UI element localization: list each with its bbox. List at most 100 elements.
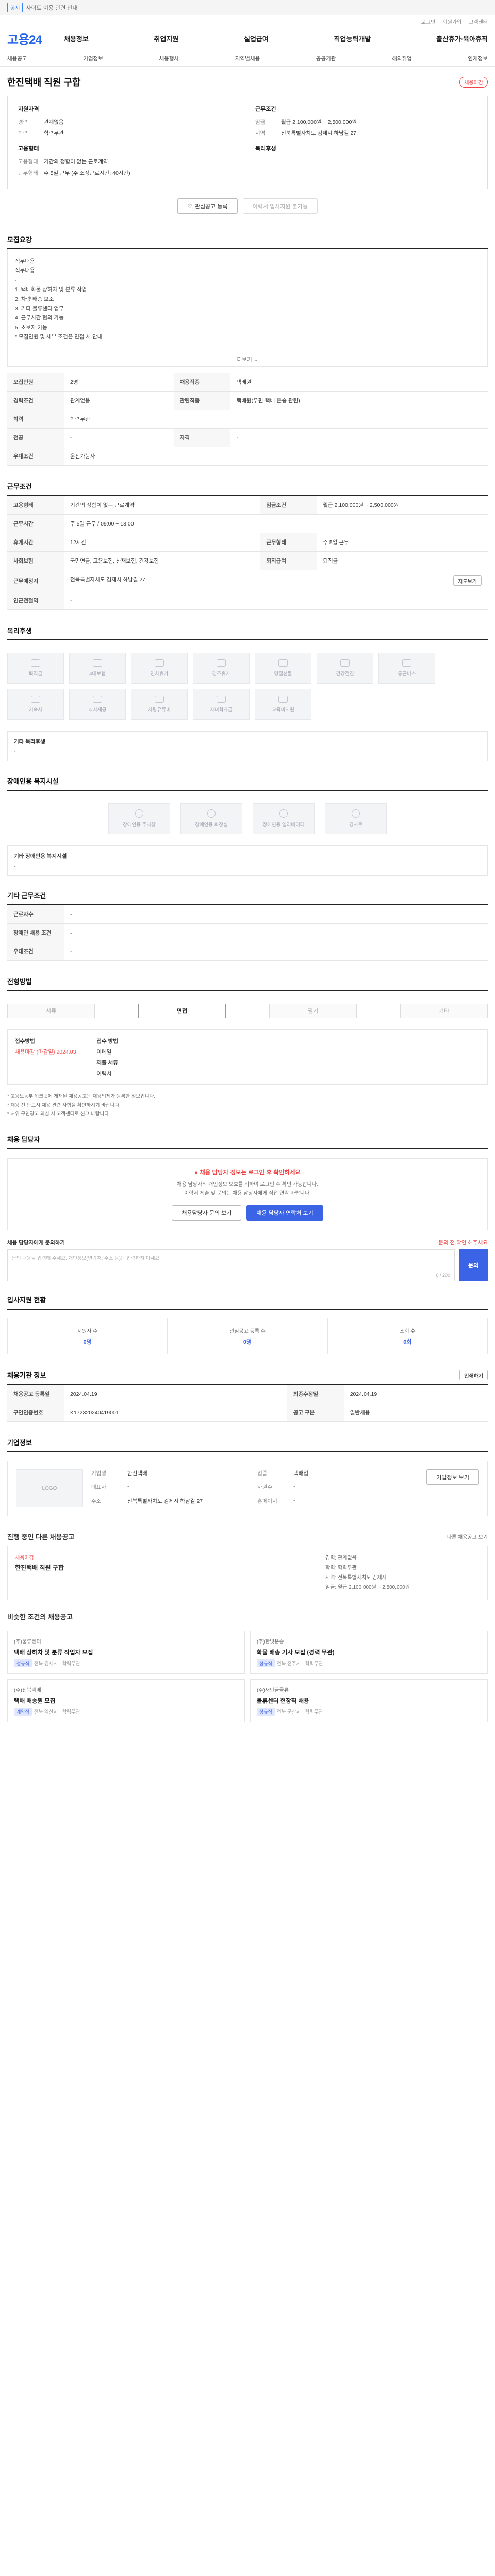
section-title: 장애인용 복지시설 — [7, 776, 488, 791]
gnb-item-support[interactable]: 취업지원 — [154, 33, 179, 43]
lnb-item[interactable]: 해외취업 — [392, 55, 412, 62]
table-header: 근무시간 — [7, 514, 64, 533]
welfare-item: 명절선물 — [255, 653, 311, 684]
char-counter: 0 / 200 — [436, 1273, 450, 1278]
welfare-item: 교육비지원 — [255, 689, 311, 720]
worktype-table: 근로자수 - 장애인 채용 조건 - 우대조건 - — [7, 905, 488, 961]
welfare-icon — [31, 659, 40, 667]
docs-value: 이력서 — [96, 1071, 112, 1077]
more-button[interactable]: 더보기 ⌄ — [7, 352, 488, 367]
table-cell: - — [64, 942, 488, 961]
map-button[interactable]: 지도보기 — [453, 575, 482, 586]
save-job-button[interactable]: ♡ 관심공고 등록 — [177, 198, 238, 214]
worktype-section: 기타 근무조건 근로자수 - 장애인 채용 조건 - 우대조건 - — [0, 879, 495, 965]
summary-heading: 지원자격 — [18, 106, 39, 112]
status-value: 0명 — [83, 1339, 92, 1346]
summary-heading: 복리후생 — [255, 146, 276, 152]
welfare-icon — [278, 659, 288, 667]
related-info: 임금: 월급 2,100,000원 ~ 2,500,000원 — [325, 1585, 410, 1591]
job-card[interactable]: (주)한빛운송 화물 배송 기사 모집 (경력 무관) 정규직 전북 전주시 · … — [250, 1631, 488, 1674]
print-button[interactable]: 인쇄하기 — [459, 1370, 488, 1381]
job-card[interactable]: (주)전북택배 택배 배송원 모집 계약직 전북 익산시 · 학력무관 — [7, 1679, 245, 1723]
company-info-button[interactable]: 기업정보 보기 — [426, 1469, 479, 1485]
lnb-item[interactable]: 기업정보 — [83, 55, 103, 62]
facility-label: 장애인용 엘리베이터 — [262, 822, 305, 828]
login-link[interactable]: 로그인 — [421, 18, 436, 25]
table-row: 구인인증번호 K172320240419001 공고 구분 일반채용 — [7, 1403, 488, 1422]
note-line: * 고용노동부 워크넷에 게재된 채용공고는 채용업체가 등록한 정보입니다. — [7, 1094, 156, 1099]
related-status: 채용마감 — [15, 1555, 34, 1562]
company-key: 기업명 — [91, 1470, 106, 1477]
status-label: 관심공고 등록 수 — [229, 1329, 266, 1335]
notice-tag: 공지 — [7, 3, 23, 12]
welfare-icon — [217, 696, 226, 703]
status-cell: 관심공고 등록 수 0명 — [168, 1318, 328, 1354]
contact-view-button[interactable]: 채용 담당자 연락처 보기 — [246, 1205, 323, 1221]
lnb-item[interactable]: 채용공고 — [7, 55, 27, 62]
summary-key: 지역 — [255, 130, 266, 137]
welfare-item: 건강검진 — [317, 653, 373, 684]
table-row: 고용형태 기간의 정함이 없는 근로계약 임금조건 월급 2,100,000원 ~ … — [7, 496, 488, 515]
help-link[interactable]: 고객센터 — [469, 18, 488, 25]
welfare-label: 기숙사 — [28, 707, 43, 713]
save-job-label: 관심공고 등록 — [194, 204, 228, 210]
welfare-etc-label: 기타 복리후생 — [14, 739, 45, 745]
welfare-label: 명절선물 — [274, 671, 292, 677]
welfare-item: 통근버스 — [378, 653, 435, 684]
notice-text[interactable]: 사이트 이용 관련 안내 — [26, 4, 77, 12]
company-box: LOGO 기업명 한진택배 업종 택배업 대표자 - 사원수 - 주소 전북특별자치도 김… — [7, 1461, 488, 1517]
gnb-item-jobs[interactable]: 채용정보 — [64, 33, 89, 43]
gnb-item-training[interactable]: 직업능력개발 — [334, 33, 371, 43]
gnb-item-benefit[interactable]: 실업급여 — [244, 33, 269, 43]
lnb-item[interactable]: 인재정보 — [468, 55, 488, 62]
table-header: 임금조건 — [260, 496, 317, 515]
inquiry-submit-button[interactable]: 문의 — [459, 1249, 488, 1282]
welfare-label: 자녀학자금 — [210, 707, 233, 713]
contact-section: 채용 담당자 — [0, 1123, 495, 1153]
job-card[interactable]: (주)물류센터 택배 상하차 및 분류 작업자 모집 정규직 전북 김제시 · 학… — [7, 1631, 245, 1674]
card-pill: 계약직 — [14, 1708, 32, 1716]
job-card[interactable]: (주)새만금물류 물류센터 현장직 채용 정규직 전북 군산시 · 학력무관 — [250, 1679, 488, 1723]
table-header: 채용공고 등록일 — [7, 1385, 64, 1404]
card-meta: 전북 전주시 · 학력무관 — [276, 1661, 323, 1667]
table-header: 사회보험 — [7, 551, 64, 570]
recruit-section: 모집요강 직무내용 직무내용 - 1. 택배화물 상하차 및 분류 작업 2. … — [0, 223, 495, 470]
company-key: 업종 — [257, 1470, 268, 1477]
table-cell: 운전가능자 — [64, 447, 488, 466]
lnb-item[interactable]: 공공기관 — [316, 55, 336, 62]
apply-button[interactable]: 이력서 입사지원 불가능 — [242, 198, 318, 214]
more-label: 더보기 — [237, 357, 252, 363]
gnb-item-leave[interactable]: 출산휴가·육아휴직 — [436, 33, 488, 43]
company-section: 기업정보 — [0, 1426, 495, 1456]
disability-etc: 기타 장애인용 복지시설 - — [7, 845, 488, 876]
lnb-item[interactable]: 지역별채용 — [235, 55, 260, 62]
lnb-item[interactable]: 채용행사 — [159, 55, 179, 62]
welfare-item: 4대보험 — [69, 653, 126, 684]
table-header: 휴게시간 — [7, 533, 64, 552]
welfare-item: 경조휴가 — [193, 653, 250, 684]
related-job[interactable]: 채용마감 한진택배 직원 구합 경력: 관계없음 학력: 학력무관 지역: 전북… — [7, 1546, 488, 1601]
inquiry-textarea[interactable]: 문의 내용을 입력해 주세요. 개인정보(연락처, 주소 등)는 입력하지 마세… — [7, 1249, 455, 1282]
contact-desc: 채용 담당자의 개인정보 보호를 위하여 로그인 후 확인 가능합니다. — [177, 1182, 318, 1188]
signup-link[interactable]: 회원가입 — [442, 18, 461, 25]
contact-inquiry-button[interactable]: 채용담당자 문의 보기 — [172, 1205, 242, 1221]
table-cell: 퇴직금 — [317, 551, 488, 570]
company-value: 전북특별자치도 김제시 하남길 27 — [127, 1498, 203, 1505]
related-info: 지역: 전북특별자치도 김제시 — [325, 1575, 387, 1581]
company-value: - — [127, 1483, 129, 1490]
process-step: 기타 — [400, 1004, 488, 1018]
table-header: 최종수정일 — [287, 1385, 344, 1404]
desc-line: 2. 차량 배송 보조 — [15, 296, 54, 302]
util-menu: 로그인 회원가입 고객센터 — [0, 15, 495, 27]
table-cell: - — [64, 905, 488, 924]
inquiry-notice-link[interactable]: 문의 전 확인 해주세요 — [438, 1239, 488, 1246]
status-value: 0명 — [243, 1339, 252, 1346]
status-cell: 조회 수 0회 — [328, 1318, 487, 1354]
table-cell: K172320240419001 — [64, 1403, 287, 1422]
welfare-item: 차량유류비 — [131, 689, 188, 720]
related-link[interactable]: 다른 채용공고 보기 — [447, 1533, 488, 1540]
site-logo[interactable]: 고용24 — [7, 29, 54, 47]
contact-alert: ● 채용 담당자 정보는 로그인 후 확인하세요 — [17, 1168, 478, 1176]
facility-item: 장애인용 엘리베이터 — [253, 803, 315, 834]
company-key: 대표자 — [91, 1484, 106, 1491]
